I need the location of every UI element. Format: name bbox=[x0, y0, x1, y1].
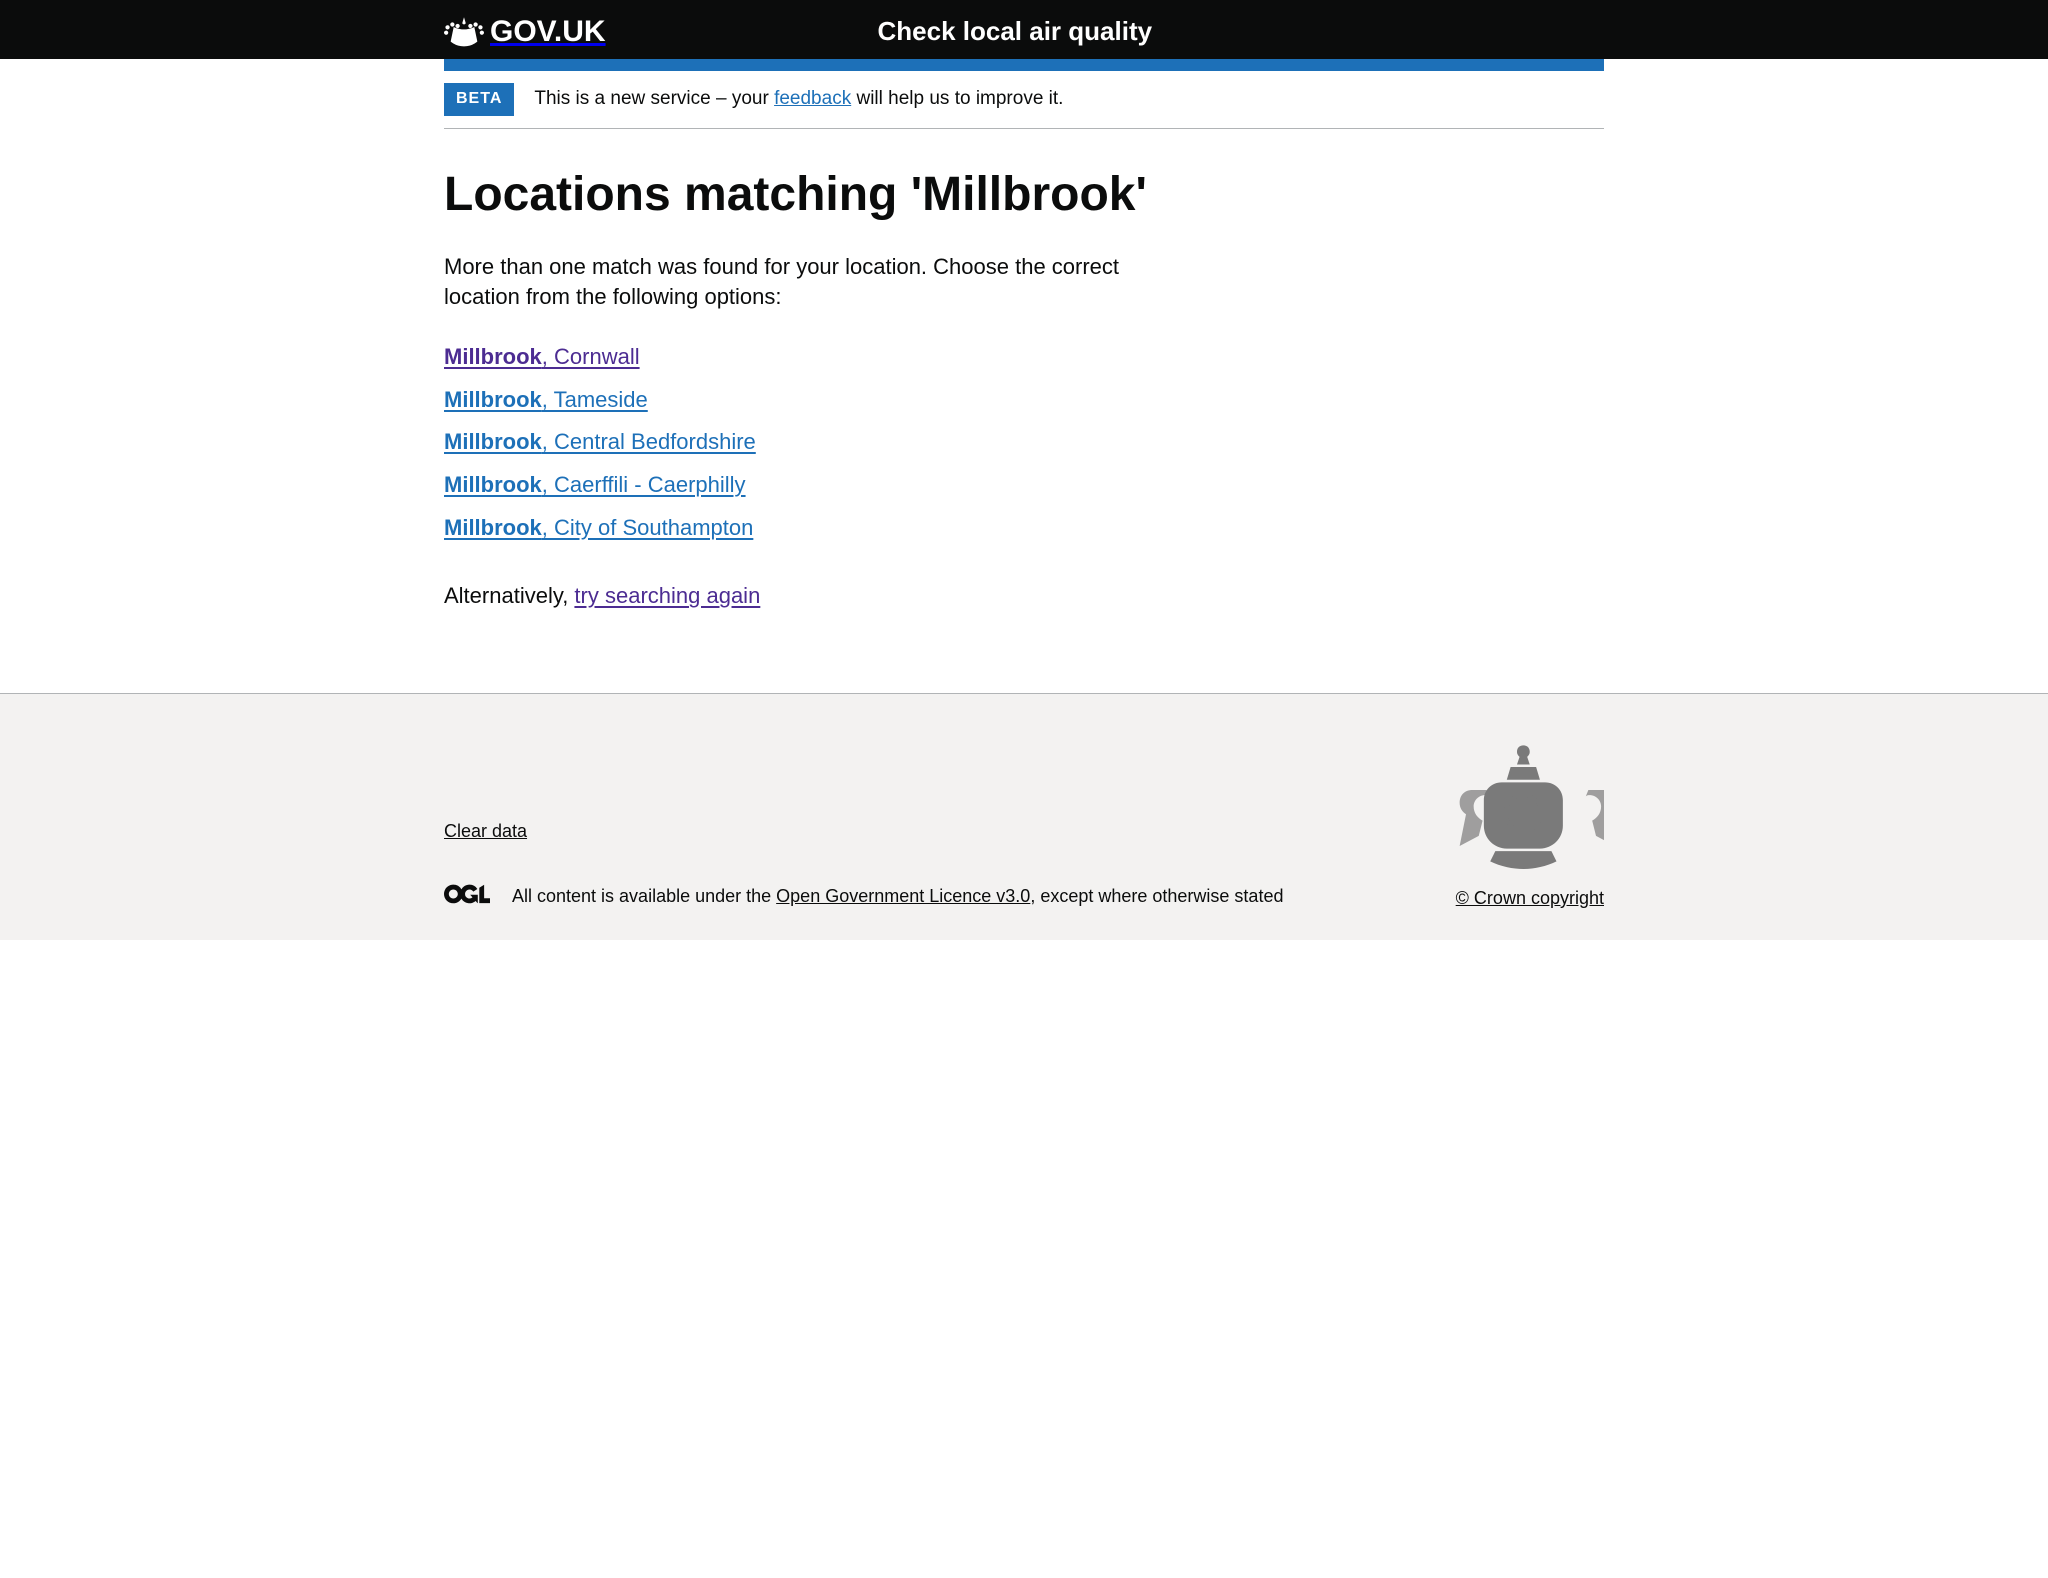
location-result-link[interactable]: Millbrook, City of Southampton bbox=[444, 515, 753, 540]
location-result-link[interactable]: Millbrook, Cornwall bbox=[444, 344, 640, 369]
royal-crest-icon bbox=[1444, 739, 1604, 869]
main-content: Locations matching 'Millbrook' More than… bbox=[444, 169, 1604, 693]
site-header: GOV.UK Check local air quality bbox=[0, 0, 2048, 59]
list-item: Millbrook, City of Southampton bbox=[444, 514, 1604, 543]
service-name: Check local air quality bbox=[426, 15, 1604, 49]
search-again-link[interactable]: try searching again bbox=[574, 583, 760, 608]
location-result-link[interactable]: Millbrook, Caerffili - Caerphilly bbox=[444, 472, 746, 497]
intro-paragraph: More than one match was found for your l… bbox=[444, 252, 1124, 314]
clear-data-link[interactable]: Clear data bbox=[444, 821, 527, 841]
phase-banner: BETA This is a new service – your feedba… bbox=[444, 71, 1604, 129]
phase-banner-text: This is a new service – your feedback wi… bbox=[534, 87, 1063, 112]
site-footer: Clear data All content is available unde… bbox=[0, 693, 2048, 940]
list-item: Millbrook, Cornwall bbox=[444, 343, 1604, 372]
crown-copyright-link[interactable]: © Crown copyright bbox=[1456, 887, 1604, 910]
ogl-link[interactable]: Open Government Licence v3.0 bbox=[776, 886, 1030, 906]
list-item: Millbrook, Caerffili - Caerphilly bbox=[444, 471, 1604, 500]
results-list: Millbrook, Cornwall Millbrook, Tameside Mi… bbox=[444, 343, 1604, 542]
page-title: Locations matching 'Millbrook' bbox=[444, 169, 1604, 222]
location-result-link[interactable]: Millbrook, Central Bedfordshire bbox=[444, 429, 756, 454]
alternative-paragraph: Alternatively, try searching again bbox=[444, 582, 1604, 611]
footer-inline-links: Clear data bbox=[444, 820, 1283, 843]
ogl-icon bbox=[444, 884, 490, 910]
location-result-link[interactable]: Millbrook, Tameside bbox=[444, 387, 648, 412]
header-blue-bar bbox=[444, 59, 1604, 71]
feedback-link[interactable]: feedback bbox=[774, 88, 851, 109]
phase-tag: BETA bbox=[444, 83, 514, 116]
list-item: Millbrook, Central Bedfordshire bbox=[444, 428, 1604, 457]
licence-text: All content is available under the Open … bbox=[512, 885, 1283, 908]
list-item: Millbrook, Tameside bbox=[444, 386, 1604, 415]
